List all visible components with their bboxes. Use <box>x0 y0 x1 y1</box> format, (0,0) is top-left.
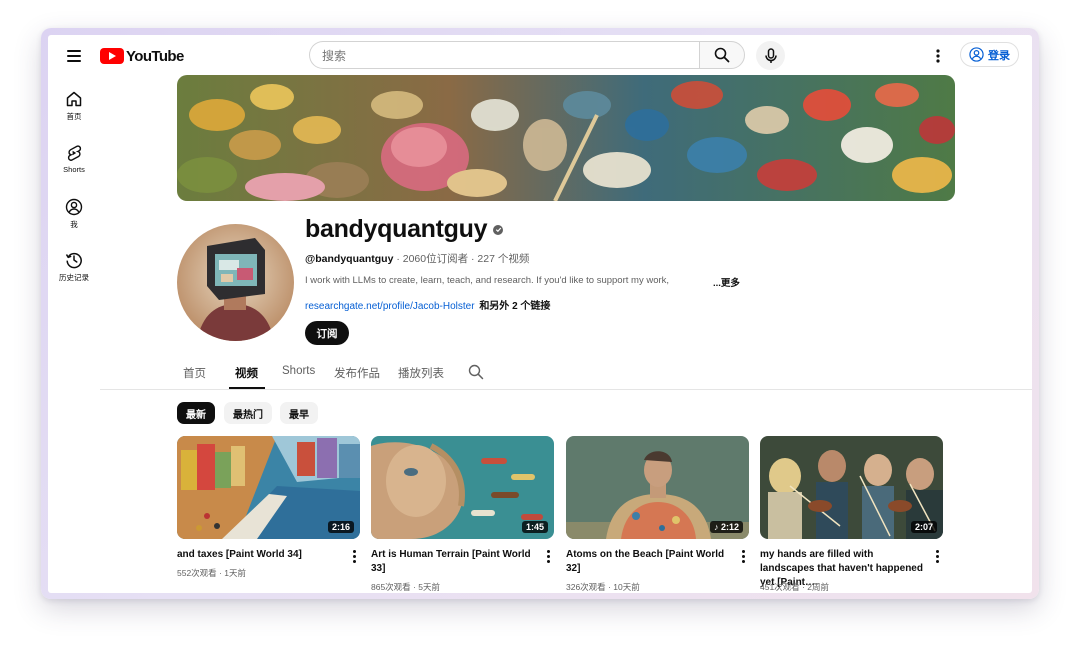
sidebar-item-home[interactable]: 首页 <box>48 90 100 122</box>
channel-name-text: bandyquantguy <box>305 215 488 243</box>
browser-window: YouTube 搜索 登录 首页 Shorts 我 历史记录 bandyquan… <box>48 35 1032 593</box>
video-card[interactable]: 2:07 my hands are filled with landscapes… <box>760 436 943 592</box>
tab-shorts[interactable]: Shorts <box>282 365 315 377</box>
search-bar: 搜索 <box>309 41 745 69</box>
account-circle-icon <box>969 47 984 62</box>
search-icon <box>468 364 484 380</box>
video-thumbnail[interactable]: 2:16 <box>177 436 360 539</box>
video-meta: 326次观看 · 10天前 <box>566 582 640 592</box>
sidebar-item-you[interactable]: 我 <box>48 198 100 230</box>
video-menu-icon[interactable] <box>936 550 940 564</box>
channel-search-button[interactable] <box>468 364 484 385</box>
history-icon <box>65 252 82 269</box>
video-title[interactable]: and taxes [Paint World 34] <box>177 548 342 562</box>
channel-banner <box>177 75 955 201</box>
subscribe-button[interactable]: 订阅 <box>305 321 349 345</box>
tab-videos[interactable]: 视频 <box>235 365 258 381</box>
tab-releases[interactable]: 发布作品 <box>334 365 380 381</box>
more-links-button[interactable]: 和另外 2 个链接 <box>479 301 550 312</box>
channel-link[interactable]: researchgate.net/profile/Jacob-Holster <box>305 301 475 312</box>
video-menu-icon[interactable] <box>742 550 746 564</box>
tabs-divider <box>100 389 1032 390</box>
description-more-link[interactable]: ...更多 <box>713 275 740 289</box>
video-meta: 451次观看 · 2周前 <box>760 582 829 592</box>
more-vert-icon <box>936 49 940 63</box>
chip-latest[interactable]: 最新 <box>177 402 215 424</box>
video-duration: 2:07 <box>910 521 937 533</box>
channel-name: bandyquantguy <box>305 215 504 244</box>
account-icon <box>65 198 83 216</box>
logo-text: YouTube <box>126 47 184 65</box>
login-button[interactable]: 登录 <box>960 42 1019 67</box>
sidebar-item-label: 我 <box>70 220 78 229</box>
video-thumbnail[interactable]: 2:07 <box>760 436 943 539</box>
video-meta: 865次观看 · 5天前 <box>371 582 440 592</box>
microphone-icon <box>764 47 777 63</box>
video-menu-icon[interactable] <box>353 550 357 564</box>
sidebar-item-history[interactable]: 历史记录 <box>48 251 100 283</box>
tab-playlists[interactable]: 播放列表 <box>398 365 444 381</box>
video-card[interactable]: 1:45 Art is Human Terrain [Paint World 3… <box>371 436 554 592</box>
channel-links: researchgate.net/profile/Jacob-Holster 和… <box>305 297 550 312</box>
video-thumbnail[interactable]: ♪ 2:12 <box>566 436 749 539</box>
video-duration: 2:16 <box>327 521 354 533</box>
video-duration: 1:45 <box>521 521 548 533</box>
chip-popular[interactable]: 最热门 <box>224 402 272 424</box>
channel-description[interactable]: I work with LLMs to create, learn, teach… <box>305 275 695 286</box>
voice-search-button[interactable] <box>756 41 785 70</box>
video-card[interactable]: 2:16 and taxes [Paint World 34] 552次观看 ·… <box>177 436 360 578</box>
sidebar-item-shorts[interactable]: Shorts <box>48 144 100 174</box>
video-card[interactable]: ♪ 2:12 Atoms on the Beach [Paint World 3… <box>566 436 749 592</box>
youtube-play-icon <box>100 48 124 64</box>
video-title[interactable]: Atoms on the Beach [Paint World 32] <box>566 548 731 576</box>
channel-stats: · 2060位订阅者 · 227 个视频 <box>393 253 530 265</box>
channel-handle: @bandyquantguy <box>305 253 394 265</box>
home-icon <box>66 91 82 107</box>
sidebar-item-label: 历史记录 <box>59 273 89 282</box>
channel-handle-line: @bandyquantguy · 2060位订阅者 · 227 个视频 <box>305 251 529 266</box>
search-icon <box>714 47 730 63</box>
shorts-icon <box>67 145 82 161</box>
search-button[interactable] <box>699 41 745 69</box>
video-menu-icon[interactable] <box>547 550 551 564</box>
login-label: 登录 <box>988 49 1010 62</box>
search-input[interactable]: 搜索 <box>309 41 699 69</box>
video-duration: ♪ 2:12 <box>709 521 743 533</box>
video-thumbnail[interactable]: 1:45 <box>371 436 554 539</box>
tab-home[interactable]: 首页 <box>183 365 206 381</box>
video-meta: 552次观看 · 1天前 <box>177 568 246 578</box>
menu-icon[interactable] <box>62 43 88 69</box>
settings-menu-button[interactable] <box>928 46 948 66</box>
video-title[interactable]: Art is Human Terrain [Paint World 33] <box>371 548 536 576</box>
verified-icon <box>493 224 504 235</box>
youtube-logo[interactable]: YouTube <box>100 46 184 66</box>
chip-oldest[interactable]: 最早 <box>280 402 318 424</box>
sidebar-item-label: 首页 <box>66 112 82 121</box>
sidebar-item-label: Shorts <box>63 165 85 174</box>
channel-avatar[interactable] <box>177 224 294 341</box>
